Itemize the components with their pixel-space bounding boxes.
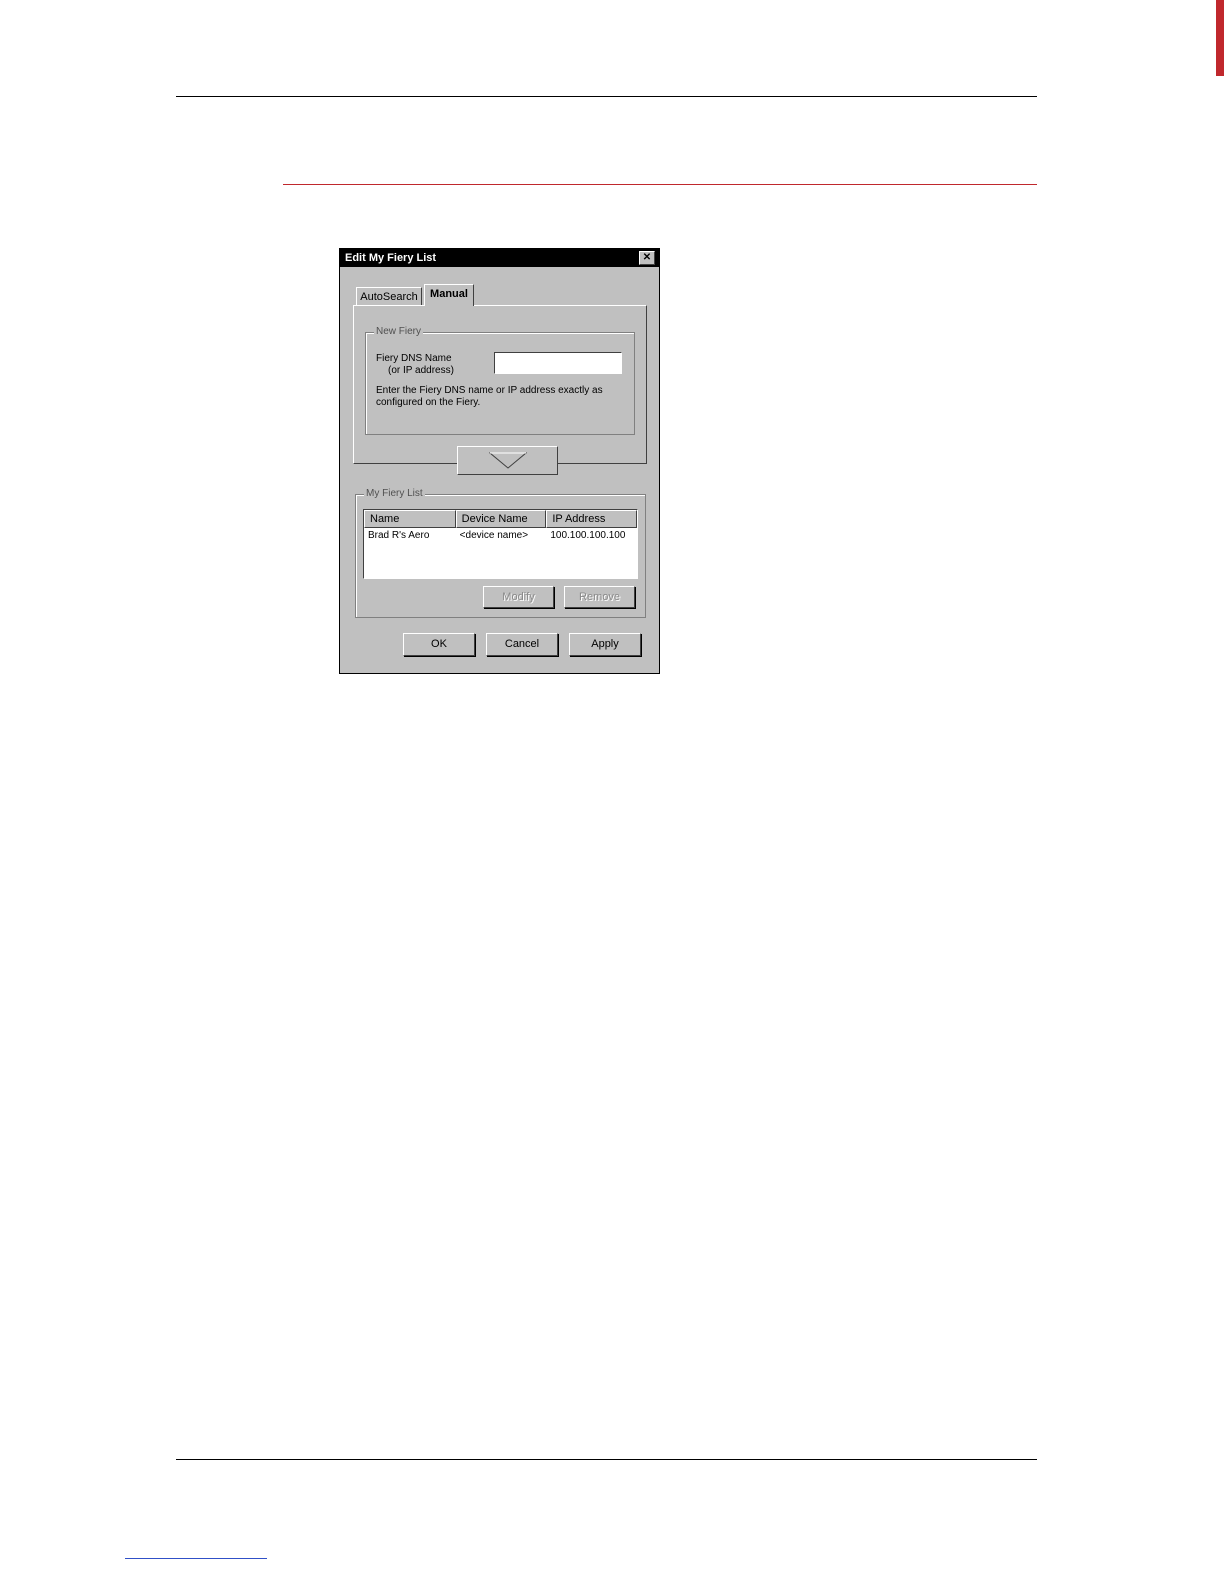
dns-help-text: Enter the Fiery DNS name or IP address e… [376,385,616,409]
ok-button[interactable]: OK [403,633,475,656]
dns-label-line2: (or IP address) [388,365,454,376]
dialog-title: Edit My Fiery List [345,252,437,264]
down-triangle-icon [489,452,527,469]
footer-link-rule [125,1558,267,1559]
my-fiery-list-legend: My Fiery List [364,488,425,499]
apply-button[interactable]: Apply [569,633,641,656]
footer-rule [176,1459,1037,1460]
column-header-device-name[interactable]: Device Name [455,510,547,528]
tab-autosearch[interactable]: AutoSearch [356,287,422,306]
help-line1: Enter the Fiery DNS name or IP address e… [376,385,603,396]
tab-manual[interactable]: Manual [424,284,474,306]
row-device-name: <device name> [459,530,529,541]
list-header: Name Device Name IP Address [364,510,637,528]
help-line2: configured on the Fiery. [376,397,481,408]
list-row[interactable]: Brad R's Aero <device name> 100.100.100.… [364,528,637,544]
section-rule [283,184,1037,185]
column-header-ip-address[interactable]: IP Address [546,510,637,528]
new-fiery-group: New Fiery [365,326,635,435]
remove-button[interactable]: Remove [564,586,635,608]
dialog-titlebar: Edit My Fiery List ✕ [340,249,659,267]
new-fiery-legend: New Fiery [374,326,424,337]
dns-label-line1: Fiery DNS Name [376,353,452,364]
cancel-button[interactable]: Cancel [486,633,558,656]
close-button[interactable]: ✕ [639,251,655,265]
row-name: Brad R's Aero [368,530,430,541]
add-to-list-button[interactable] [457,446,558,475]
row-ip-address: 100.100.100.100 [550,530,626,541]
fiery-list-view[interactable]: Name Device Name IP Address Brad R's Aer… [363,509,638,579]
dns-name-label: Fiery DNS Name (or IP address) [376,353,454,377]
page-edge-marker [1216,0,1224,76]
header-rule [176,96,1037,97]
edit-my-fiery-list-dialog: Edit My Fiery List ✕ AutoSearch Manual N… [339,248,660,674]
dns-name-input[interactable] [494,352,622,374]
modify-button[interactable]: Modify [483,586,554,608]
column-header-name[interactable]: Name [364,510,456,528]
